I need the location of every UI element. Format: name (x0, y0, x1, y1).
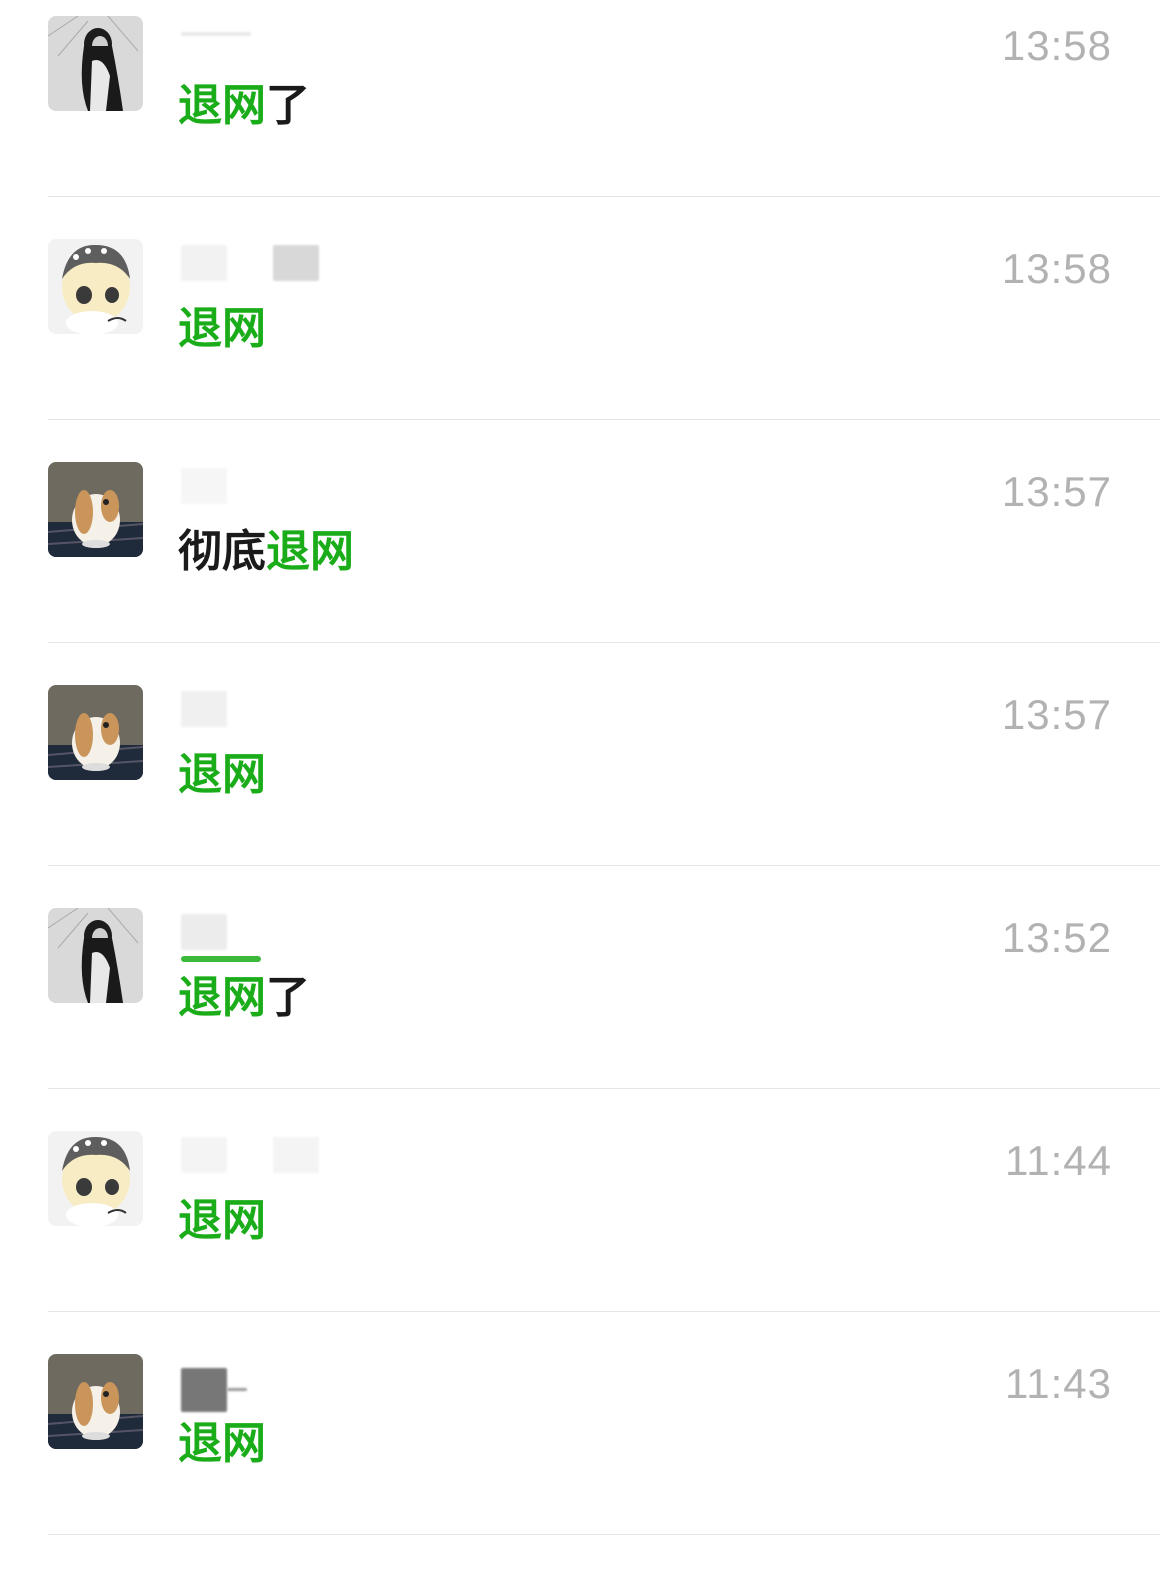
blurred-contact-name (181, 914, 321, 950)
message-time: 13:57 (1001, 691, 1112, 738)
conversation-row[interactable]: 13:58 退网 (0, 223, 1170, 446)
mention-highlight (181, 956, 261, 962)
message-time: 13:58 (1001, 245, 1112, 292)
message-time: 13:58 (1001, 22, 1112, 69)
row-divider (48, 865, 1160, 866)
message-preview: 退网了 (178, 80, 310, 131)
message-preview: 退网 (178, 1195, 266, 1246)
message-time: 11:44 (1005, 1137, 1112, 1184)
bunny-avatar[interactable] (48, 1354, 143, 1449)
blurred-contact-name (181, 245, 321, 281)
conversation-row[interactable]: 13:57 退网 (0, 669, 1170, 892)
girl-photo-avatar[interactable] (48, 908, 143, 1003)
bunny-avatar[interactable] (48, 462, 143, 557)
conversation-row[interactable]: 11:44 退网 (0, 1115, 1170, 1338)
row-divider (48, 1311, 1160, 1312)
row-divider (48, 419, 1160, 420)
blurred-contact-name (181, 691, 321, 727)
blurred-contact-name (181, 1360, 321, 1412)
anime-girl-avatar[interactable] (48, 1131, 143, 1226)
message-preview: 退网 (178, 303, 266, 354)
message-time: 13:52 (1001, 914, 1112, 961)
blurred-contact-name (181, 1137, 321, 1173)
message-preview: 彻底退网 (178, 526, 354, 577)
bunny-avatar[interactable] (48, 685, 143, 780)
girl-photo-avatar[interactable] (48, 16, 143, 111)
row-divider (48, 196, 1160, 197)
conversation-row[interactable]: 11:43 退网 (0, 1338, 1170, 1561)
message-preview: 退网 (178, 749, 266, 800)
conversation-row[interactable]: 13:58 退网了 (0, 0, 1170, 223)
message-preview: 退网 (178, 1418, 266, 1469)
message-time: 11:43 (1005, 1360, 1112, 1407)
row-divider (48, 1534, 1160, 1535)
conversation-row[interactable]: 13:52 退网了 (0, 892, 1170, 1115)
message-time: 13:57 (1001, 468, 1112, 515)
row-divider (48, 642, 1160, 643)
message-preview: 退网了 (178, 972, 310, 1023)
blurred-contact-name (181, 22, 321, 58)
conversation-row[interactable]: 13:57 彻底退网 (0, 446, 1170, 669)
blurred-contact-name (181, 468, 321, 504)
row-divider (48, 1088, 1160, 1089)
anime-girl-avatar[interactable] (48, 239, 143, 334)
